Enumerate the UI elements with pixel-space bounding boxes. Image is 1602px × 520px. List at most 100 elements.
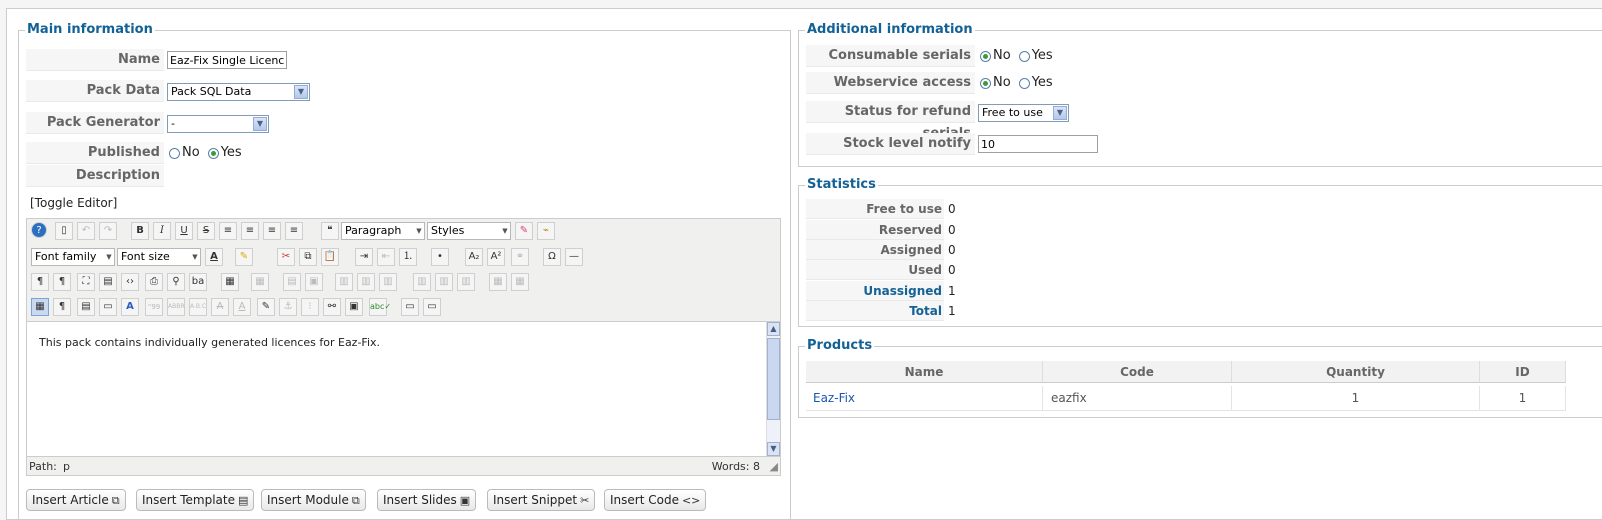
- del-icon[interactable]: A: [211, 298, 229, 316]
- chevron-down-icon[interactable]: ▼: [253, 117, 267, 131]
- pagebreak-icon[interactable]: ▭: [401, 298, 419, 316]
- help-icon[interactable]: ?: [31, 222, 47, 238]
- toggle-editor-link[interactable]: [Toggle Editor]: [30, 196, 117, 210]
- fullscreen-icon[interactable]: ⛶: [77, 273, 95, 291]
- abbr-icon[interactable]: ABBR: [167, 298, 185, 316]
- cite-icon[interactable]: “99: [145, 298, 163, 316]
- acronym-icon[interactable]: A.B.C: [189, 298, 207, 316]
- split-cells-icon[interactable]: ▦: [489, 273, 507, 291]
- row-before-icon[interactable]: ▥: [335, 273, 353, 291]
- redo-icon[interactable]: ↷: [99, 222, 117, 240]
- editor-scrollbar[interactable]: ▲ ▼: [766, 322, 780, 456]
- scroll-down-icon[interactable]: ▼: [767, 442, 780, 456]
- editor-content-area[interactable]: This pack contains individually generate…: [27, 321, 780, 457]
- consumable-no-radio[interactable]: [980, 50, 991, 62]
- image-icon[interactable]: ▣: [345, 298, 363, 316]
- special-char-icon[interactable]: Ω: [543, 248, 561, 266]
- insert-article-button[interactable]: Insert Article ⧉: [26, 489, 126, 511]
- chevron-down-icon[interactable]: ▼: [1053, 106, 1067, 120]
- numbered-list-icon[interactable]: ⒈: [399, 248, 417, 266]
- row-props-icon[interactable]: ▤: [283, 273, 301, 291]
- column-header-id[interactable]: ID: [1480, 361, 1566, 383]
- template-icon[interactable]: ▤: [77, 298, 95, 316]
- anchor-icon[interactable]: ⚓: [279, 298, 297, 316]
- unlink-icon[interactable]: ⚭: [511, 248, 529, 266]
- font-family-select[interactable]: Font family ▼: [31, 248, 115, 266]
- subscript-icon[interactable]: A₂: [465, 248, 483, 266]
- align-justify-icon[interactable]: ≡: [219, 222, 237, 240]
- path-value[interactable]: p: [63, 459, 70, 475]
- insert-snippet-button[interactable]: Insert Snippet ✂: [487, 489, 596, 511]
- italic-icon[interactable]: I: [153, 222, 171, 240]
- table-icon[interactable]: ▦: [221, 273, 239, 291]
- bold-icon[interactable]: B: [131, 222, 149, 240]
- bullet-list-icon[interactable]: •: [431, 248, 449, 266]
- pack-data-select[interactable]: Pack SQL Data ▼: [167, 83, 310, 101]
- ltr-icon[interactable]: ¶: [31, 273, 49, 291]
- delete-col-icon[interactable]: ▥: [457, 273, 475, 291]
- nonbreaking-icon[interactable]: ⁝: [301, 298, 319, 316]
- horizontal-rule-icon[interactable]: —: [565, 248, 583, 266]
- styles-select[interactable]: Styles ▼: [427, 222, 511, 240]
- text-color-icon[interactable]: A: [205, 248, 223, 266]
- name-input[interactable]: [167, 51, 287, 69]
- source-code-icon[interactable]: ‹›: [121, 273, 139, 291]
- new-document-icon[interactable]: ▯: [55, 222, 73, 240]
- highlight-color-icon[interactable]: ✎: [235, 248, 253, 266]
- stock-level-input[interactable]: [978, 135, 1098, 153]
- spellcheck-icon[interactable]: abc✓: [369, 298, 391, 316]
- superscript-icon[interactable]: A²: [487, 248, 505, 266]
- blockquote-icon[interactable]: ❝: [321, 222, 339, 240]
- scroll-thumb[interactable]: [767, 338, 780, 420]
- col-before-icon[interactable]: ▥: [413, 273, 431, 291]
- eraser-icon[interactable]: ✎: [515, 222, 533, 240]
- cleanup-icon[interactable]: ⌁: [537, 222, 555, 240]
- column-header-name[interactable]: Name: [806, 361, 1043, 383]
- paste-icon[interactable]: 📋: [321, 248, 339, 266]
- webservice-no-radio[interactable]: [980, 77, 991, 89]
- merge-cells-icon[interactable]: ▦: [511, 273, 529, 291]
- rtl-icon[interactable]: ¶: [53, 273, 71, 291]
- published-yes-radio[interactable]: [207, 147, 219, 159]
- visual-aid-icon[interactable]: ▦: [31, 298, 49, 316]
- product-name-link[interactable]: Eaz-Fix: [813, 391, 855, 405]
- resize-handle-icon[interactable]: ◢: [770, 459, 778, 475]
- font-size-select[interactable]: Font size ▼: [117, 248, 201, 266]
- align-right-icon[interactable]: ≡: [285, 222, 303, 240]
- row-after-icon[interactable]: ▥: [357, 273, 375, 291]
- insert-template-button[interactable]: Insert Template ▤: [136, 489, 255, 511]
- column-header-code[interactable]: Code: [1043, 361, 1232, 383]
- scroll-up-icon[interactable]: ▲: [767, 322, 780, 336]
- published-no-radio[interactable]: [169, 147, 180, 159]
- underline-icon[interactable]: U: [175, 222, 193, 240]
- column-header-quantity[interactable]: Quantity: [1232, 361, 1480, 383]
- delete-row-icon[interactable]: ▥: [379, 273, 397, 291]
- ins-icon[interactable]: A: [233, 298, 251, 316]
- find-icon[interactable]: ⚲: [167, 273, 185, 291]
- attributes-icon[interactable]: ✎: [257, 298, 275, 316]
- layer-icon[interactable]: ▭: [99, 298, 117, 316]
- replace-icon[interactable]: ba: [189, 273, 207, 291]
- webservice-yes-radio[interactable]: [1018, 77, 1030, 89]
- cell-props-icon[interactable]: ▣: [305, 273, 323, 291]
- chevron-down-icon[interactable]: ▼: [294, 85, 308, 99]
- align-left-icon[interactable]: ≡: [263, 222, 281, 240]
- insert-slides-button[interactable]: Insert Slides ▣: [377, 489, 477, 511]
- editor-content-text[interactable]: This pack contains individually generate…: [39, 336, 380, 349]
- show-blocks-icon[interactable]: ¶: [53, 298, 71, 316]
- link-icon[interactable]: ⚯: [323, 298, 341, 316]
- undo-icon[interactable]: ↶: [77, 222, 95, 240]
- refund-select[interactable]: Free to use ▼: [978, 104, 1069, 122]
- delete-table-icon[interactable]: ▦: [251, 273, 269, 291]
- print-icon[interactable]: ⎙: [145, 273, 163, 291]
- readmore-icon[interactable]: ▭: [423, 298, 441, 316]
- insert-module-button[interactable]: Insert Module ⧉: [261, 489, 366, 511]
- outdent-icon[interactable]: ⇤: [377, 248, 395, 266]
- col-after-icon[interactable]: ▥: [435, 273, 453, 291]
- paste-text-icon[interactable]: ▤: [99, 273, 117, 291]
- consumable-yes-radio[interactable]: [1018, 50, 1030, 62]
- paragraph-select[interactable]: Paragraph ▼: [341, 222, 425, 240]
- copy-icon[interactable]: ⧉: [299, 248, 317, 266]
- pack-generator-select[interactable]: - ▼: [167, 115, 269, 133]
- align-center-icon[interactable]: ≡: [241, 222, 259, 240]
